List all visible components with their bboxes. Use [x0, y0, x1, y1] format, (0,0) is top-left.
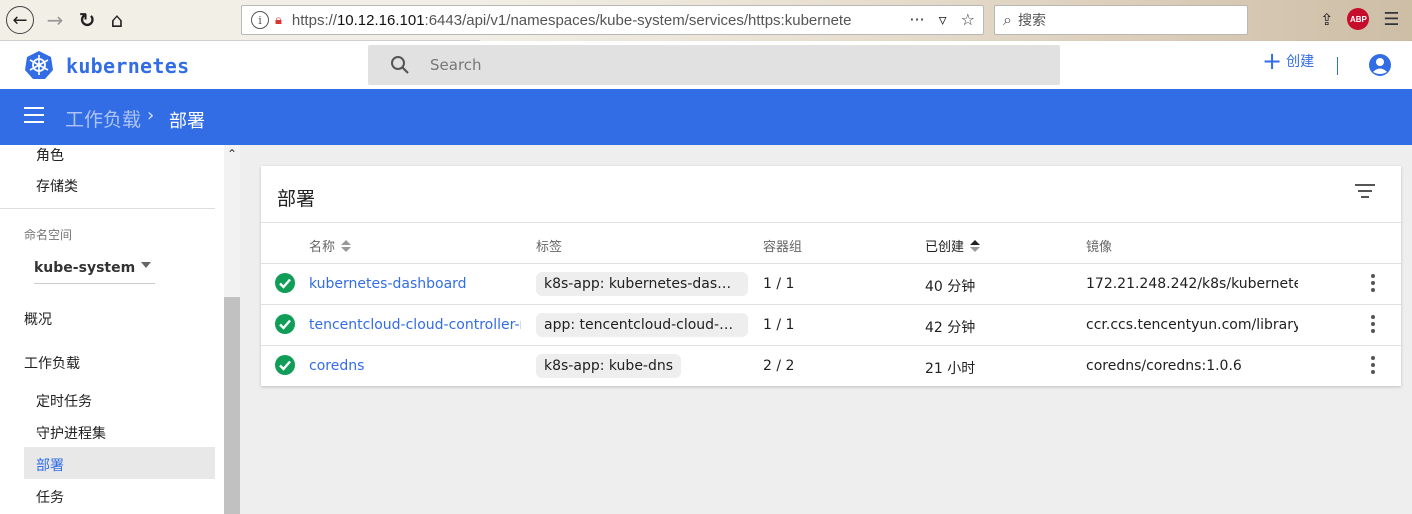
table-row: kubernetes-dashboard k8s-app: kubernetes… — [261, 264, 1401, 305]
column-created-label: 已创建 — [925, 240, 965, 255]
chevron-right-icon: › — [147, 105, 155, 126]
success-check-icon — [275, 355, 295, 375]
created-age: 21 小时 — [925, 361, 976, 377]
sort-ascending-icon — [970, 239, 981, 252]
header-divider — [1337, 57, 1338, 75]
sidebar-item-cron-jobs[interactable]: 定时任务 — [36, 391, 92, 411]
pods-count: 1 / 1 — [763, 276, 795, 292]
info-icon[interactable]: i — [251, 11, 269, 29]
deployment-name-link[interactable]: tencentcloud-cloud-controller-ma — [309, 317, 521, 333]
sidebar-item-workloads[interactable]: 工作负载 — [24, 353, 80, 373]
pods-count: 2 / 2 — [763, 358, 795, 374]
filter-icon[interactable] — [1355, 184, 1375, 200]
column-name-label: 名称 — [309, 240, 336, 255]
success-check-icon — [275, 273, 295, 293]
sidebar-divider — [0, 208, 215, 209]
more-vert-icon[interactable] — [1367, 354, 1379, 376]
bookmark-star-icon[interactable]: ☆ — [961, 10, 975, 29]
sort-icon — [341, 239, 352, 252]
image-name: ccr.ccs.tencentyun.com/library/te — [1086, 317, 1298, 333]
sidebar-item-daemon-sets[interactable]: 守护进程集 — [36, 423, 106, 443]
sidebar-item-roles[interactable]: 角色 — [36, 145, 64, 165]
url-bar[interactable]: i 🔒︎ https://10.12.16.101:6443/api/v1/na… — [241, 5, 984, 35]
extension-icon[interactable]: ⇪ — [1320, 10, 1333, 29]
column-header-image: 镜像 — [1086, 236, 1112, 255]
table-header: 名称 标签 容器组 已创建 镜像 — [261, 222, 1401, 264]
browser-search-box[interactable]: ⌕ 搜索 — [994, 5, 1248, 35]
column-pods-label: 容器组 — [763, 240, 803, 255]
more-vert-icon[interactable] — [1367, 313, 1379, 335]
adblock-plus-icon[interactable]: ABP — [1347, 8, 1370, 30]
success-check-icon — [275, 314, 295, 334]
create-label: 创建 — [1286, 54, 1315, 70]
namespace-select[interactable]: kube-system — [34, 257, 155, 284]
sidebar-scrollbar-thumb[interactable] — [224, 297, 240, 514]
sidebar-item-deployments[interactable]: 部署 — [36, 455, 64, 475]
label-chip: app: tencentcloud-cloud-contro... — [536, 313, 748, 337]
url-text[interactable]: https://10.12.16.101:6443/api/v1/namespa… — [292, 12, 852, 29]
search-icon: ⌕ — [1003, 10, 1012, 29]
app-header: kubernetes Search + 创建 — [0, 41, 1412, 89]
forward-arrow-icon[interactable]: → — [42, 7, 68, 33]
label-chip: k8s-app: kubernetes-dashboard — [536, 272, 748, 296]
insecure-lock-icon[interactable]: 🔒︎ — [275, 13, 282, 28]
browser-menu-icon[interactable]: ☰ — [1383, 9, 1399, 30]
back-arrow-icon[interactable]: ← — [6, 6, 34, 34]
account-icon[interactable] — [1368, 53, 1392, 77]
namespace-value: kube-system — [34, 260, 136, 276]
browser-search-placeholder: 搜索 — [1017, 13, 1046, 29]
label-chip: k8s-app: kube-dns — [536, 354, 682, 378]
kubernetes-logo-icon[interactable] — [24, 50, 54, 80]
sidebar-item-jobs[interactable]: 任务 — [36, 487, 64, 507]
hamburger-menu-icon[interactable] — [24, 107, 44, 123]
scroll-up-icon[interactable]: ⌃ — [227, 147, 237, 161]
pods-count: 1 / 1 — [763, 317, 795, 333]
column-header-created[interactable]: 已创建 — [925, 236, 981, 255]
table-row: coredns k8s-app: kube-dns 2 / 2 21 小时 co… — [261, 346, 1401, 387]
column-labels-label: 标签 — [536, 240, 563, 255]
search-placeholder: Search — [430, 56, 482, 74]
sidebar-item-overview[interactable]: 概况 — [24, 309, 52, 329]
browser-toolbar: ← → ↻ ⌂ i 🔒︎ https://10.12.16.101:6443/a… — [0, 0, 1412, 41]
namespace-label: 命名空间 — [24, 228, 73, 242]
page-actions-icon[interactable]: ··· — [909, 10, 924, 29]
search-icon — [391, 56, 409, 74]
deployment-name-link[interactable]: coredns — [309, 358, 521, 374]
image-name: coredns/coredns:1.0.6 — [1086, 358, 1242, 374]
deployments-card: 部署 名称 标签 容器组 已创建 镜像 kubernetes-dashboard… — [261, 166, 1401, 386]
page-title: 部署 — [169, 111, 205, 132]
column-header-name[interactable]: 名称 — [309, 236, 352, 255]
image-name: 172.21.248.242/k8s/kubernetes-d — [1086, 276, 1298, 292]
deployment-name-link[interactable]: kubernetes-dashboard — [309, 276, 521, 292]
dropdown-caret-icon — [141, 262, 151, 268]
reload-icon[interactable]: ↻ — [74, 7, 100, 33]
brand-title[interactable]: kubernetes — [66, 54, 189, 78]
home-icon[interactable]: ⌂ — [104, 7, 130, 33]
pocket-icon[interactable]: ▿ — [939, 10, 947, 29]
table-row: tencentcloud-cloud-controller-ma app: te… — [261, 305, 1401, 346]
column-header-pods: 容器组 — [763, 236, 802, 255]
breadcrumb-parent[interactable]: 工作负载 — [65, 105, 141, 132]
column-header-labels: 标签 — [536, 236, 562, 255]
card-title: 部署 — [277, 188, 316, 210]
sidebar: 角色 存储类 命名空间 kube-system 概况 工作负载 定时任务 守护进… — [0, 145, 240, 514]
create-button[interactable]: + 创建 — [1262, 47, 1315, 75]
created-age: 42 分钟 — [925, 320, 976, 336]
created-age: 40 分钟 — [925, 279, 976, 295]
plus-icon: + — [1262, 47, 1283, 75]
column-image-label: 镜像 — [1086, 240, 1113, 255]
more-vert-icon[interactable] — [1367, 272, 1379, 294]
search-input[interactable]: Search — [368, 45, 1060, 85]
breadcrumb: 工作负载 › 部署 — [0, 89, 1412, 145]
sidebar-item-storage-classes[interactable]: 存储类 — [36, 176, 78, 196]
